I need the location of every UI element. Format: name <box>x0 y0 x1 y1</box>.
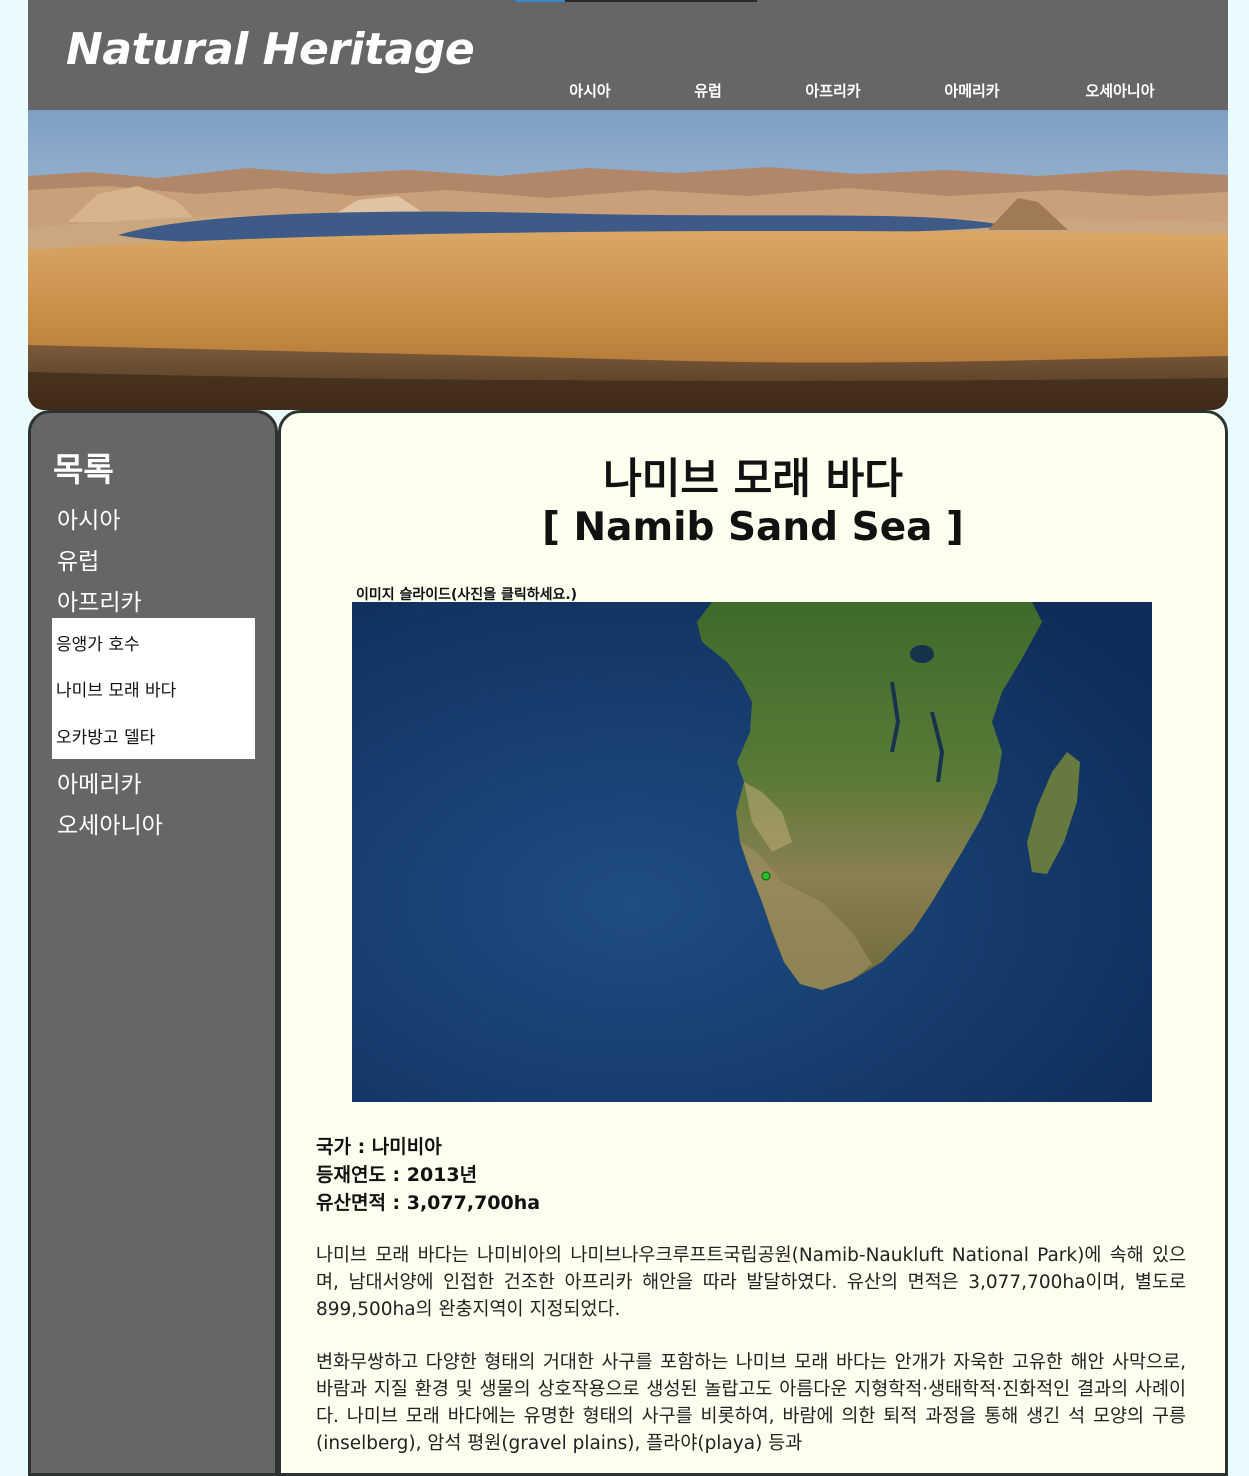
fact-country: 국가 : 나미비아 <box>316 1136 442 1158</box>
site-header: Natural Heritage 아시아 유럽 아프리카 아메리카 오세아니아 <box>28 0 1228 110</box>
page-title-english: [ Namib Sand Sea ] <box>542 505 964 550</box>
page-title-korean: 나미브 모래 바다 <box>603 454 903 503</box>
description-paragraph-2: 변화무쌍하고 다양한 형태의 거대한 사구를 포함하는 나미브 모래 바다는 안… <box>316 1352 1186 1454</box>
slide-map-image[interactable] <box>352 602 1152 1102</box>
top-bar-accent <box>515 0 565 2</box>
image-slide-caption: 이미지 슬라이드(사진을 클릭하세요.) <box>356 587 578 603</box>
submenu-item-okavango-delta[interactable]: 오카방고 델타 <box>56 723 155 748</box>
sidebar-item-america[interactable]: 아메리카 <box>57 765 142 799</box>
sidebar: 목록 아시아 유럽 아프리카 응앵가 호수 나미브 모래 바다 오카방고 델타 … <box>28 410 278 1476</box>
nav-america[interactable]: 아메리카 <box>944 80 999 101</box>
heritage-facts: 국가 : 나미비아 등재연도 : 2013년 유산면적 : 3,077,700h… <box>316 1133 540 1217</box>
submenu-item-lake-ngami[interactable]: 응앵가 호수 <box>56 630 140 655</box>
sidebar-item-europe[interactable]: 유럽 <box>57 542 99 576</box>
africa-submenu: 응앵가 호수 나미브 모래 바다 오카방고 델타 <box>52 618 255 759</box>
fact-area: 유산면적 : 3,077,700ha <box>316 1192 541 1214</box>
sidebar-title: 목록 <box>53 450 114 489</box>
description-paragraph-1: 나미브 모래 바다는 나미비아의 나미브나우크루프트국립공원(Namib-Nau… <box>316 1245 1186 1320</box>
submenu-item-namib-sand-sea[interactable]: 나미브 모래 바다 <box>56 676 176 701</box>
nav-oceania[interactable]: 오세아니아 <box>1085 80 1154 101</box>
top-nav: 아시아 유럽 아프리카 아메리카 오세아니아 <box>28 80 1228 104</box>
main-content: 나미브 모래 바다 [ Namib Sand Sea ] 이미지 슬라이드(사진… <box>278 410 1228 1476</box>
hero-banner-image <box>28 110 1228 410</box>
nav-asia[interactable]: 아시아 <box>569 80 610 101</box>
sidebar-item-oceania[interactable]: 오세아니아 <box>57 806 163 840</box>
nav-europe[interactable]: 유럽 <box>694 80 722 101</box>
site-logo[interactable]: Natural Heritage <box>66 24 475 75</box>
sidebar-item-asia[interactable]: 아시아 <box>57 501 120 535</box>
nav-africa[interactable]: 아프리카 <box>805 80 860 101</box>
map-location-marker <box>761 871 771 881</box>
fact-year: 등재연도 : 2013년 <box>316 1164 478 1186</box>
sidebar-item-africa[interactable]: 아프리카 <box>57 583 142 617</box>
